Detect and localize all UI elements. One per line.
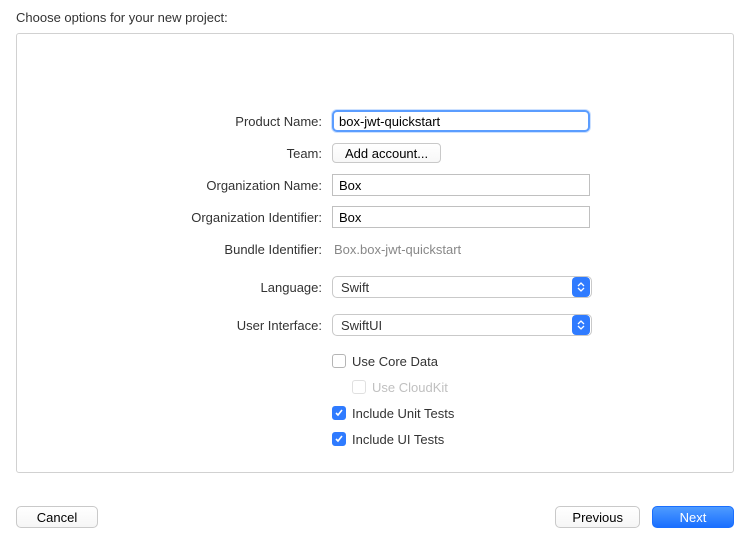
chevron-up-down-icon bbox=[572, 277, 590, 297]
previous-button[interactable]: Previous bbox=[555, 506, 640, 528]
options-panel: Product Name: Team: Add account... Organ… bbox=[16, 33, 734, 473]
include-ui-tests-checkbox[interactable] bbox=[332, 432, 346, 446]
dialog-title: Choose options for your new project: bbox=[0, 0, 750, 33]
include-ui-tests-label: Include UI Tests bbox=[352, 432, 444, 447]
footer: Cancel Previous Next bbox=[16, 506, 734, 528]
use-core-data-label: Use Core Data bbox=[352, 354, 438, 369]
bundle-identifier-value: Box.box-jwt-quickstart bbox=[332, 242, 461, 257]
team-label: Team: bbox=[57, 146, 332, 161]
organization-identifier-label: Organization Identifier: bbox=[57, 210, 332, 225]
include-unit-tests-checkbox[interactable] bbox=[332, 406, 346, 420]
use-cloudkit-label: Use CloudKit bbox=[372, 380, 448, 395]
bundle-identifier-label: Bundle Identifier: bbox=[57, 242, 332, 257]
organization-identifier-input[interactable] bbox=[332, 206, 590, 228]
cancel-button[interactable]: Cancel bbox=[16, 506, 98, 528]
organization-name-label: Organization Name: bbox=[57, 178, 332, 193]
chevron-up-down-icon bbox=[572, 315, 590, 335]
add-account-button[interactable]: Add account... bbox=[332, 143, 441, 163]
use-core-data-checkbox[interactable] bbox=[332, 354, 346, 368]
user-interface-label: User Interface: bbox=[57, 318, 332, 333]
use-cloudkit-checkbox bbox=[352, 380, 366, 394]
user-interface-value: SwiftUI bbox=[341, 318, 382, 333]
next-button[interactable]: Next bbox=[652, 506, 734, 528]
language-value: Swift bbox=[341, 280, 369, 295]
include-unit-tests-label: Include Unit Tests bbox=[352, 406, 454, 421]
language-label: Language: bbox=[57, 280, 332, 295]
product-name-input[interactable] bbox=[332, 110, 590, 132]
product-name-label: Product Name: bbox=[57, 114, 332, 129]
language-select[interactable]: Swift bbox=[332, 276, 592, 298]
organization-name-input[interactable] bbox=[332, 174, 590, 196]
user-interface-select[interactable]: SwiftUI bbox=[332, 314, 592, 336]
